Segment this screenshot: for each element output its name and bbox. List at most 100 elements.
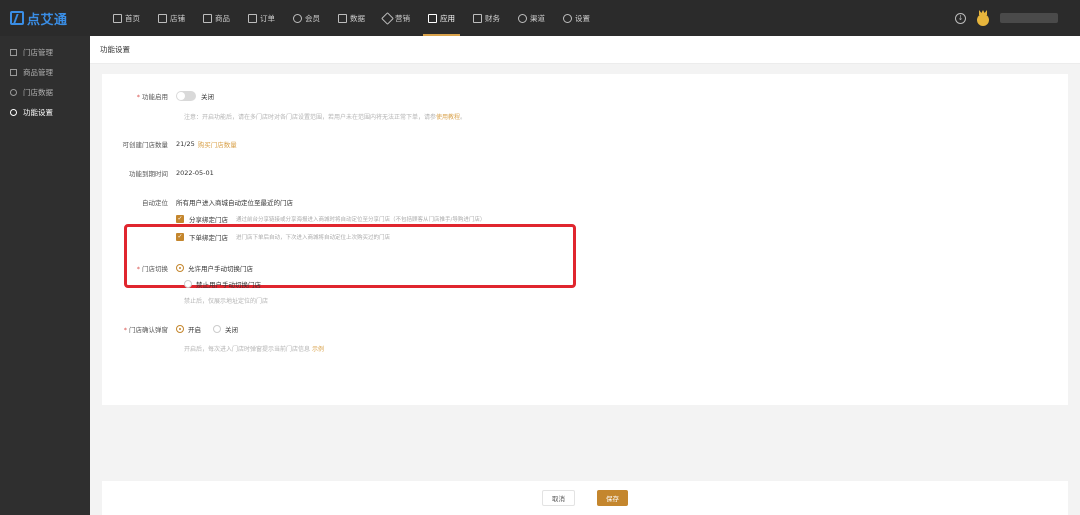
row-order-bind: ✓ 下单绑定门店 进门店下单后自动，下次进入商城将自动定位上次购买过的门店 xyxy=(176,232,390,242)
disallow-switch-label: 禁止用户手动切换门店 xyxy=(196,281,261,289)
sidebar-item-label: 商品管理 xyxy=(23,67,53,77)
nav-item-marketing[interactable]: 营销 xyxy=(374,0,419,36)
row-share-bind: ✓ 分享绑定门店 通过前台分享链接或分享海报进入商城时将自动定位至分享门店（不包… xyxy=(176,214,485,224)
nav-label: 会员 xyxy=(305,13,320,23)
row-confirm-popup: * 门店确认弹窗 开启 关闭 xyxy=(102,324,238,334)
buy-store-count-link[interactable]: 购买门店数量 xyxy=(198,139,237,149)
row-store-count: 可创建门店数量 21/25 购买门店数量 xyxy=(102,139,237,149)
row-expire-time: 功能到期时间 2022-05-01 xyxy=(102,168,214,178)
field-label: 自动定位 xyxy=(142,199,168,207)
page-title: 功能设置 xyxy=(90,36,1080,64)
sidebar-item-label: 门店数据 xyxy=(23,87,53,97)
sidebar-item-goods-management[interactable]: 商品管理 xyxy=(0,62,90,82)
finance-icon xyxy=(473,13,482,23)
field-label: * 功能启用 xyxy=(136,93,168,101)
nav-label: 渠道 xyxy=(530,13,545,23)
row-store-switch: * 门店切换 允许用户手动切换门店 xyxy=(102,263,253,273)
sidebar-item-label: 功能设置 xyxy=(23,107,53,117)
enable-toggle[interactable] xyxy=(176,91,196,101)
top-right-tools: ↓ xyxy=(955,10,1058,26)
auto-locate-description: 所有用户进入商城自动定位至最近的门店 xyxy=(176,199,293,207)
row-store-switch-disallow: 禁止用户手动切换门店 xyxy=(184,279,261,289)
nav-label: 数据 xyxy=(350,13,365,23)
main-content: 功能设置 * 功能启用 关闭 注意：开启功能后，请在多门店时对各门店设置范围，若用… xyxy=(90,36,1080,515)
nav-item-channels[interactable]: 渠道 xyxy=(509,0,554,36)
nav-label: 设置 xyxy=(575,13,590,23)
confirm-popup-hint: 开启后，每次进入门店时弹窗提示当前门店信息 示例 xyxy=(184,346,324,353)
top-navigation-bar: 点艾通 首页 店铺 商品 订单 会员 数据 营销 应用 财务 渠道 设置 ↓ xyxy=(0,0,1080,36)
nav-item-data[interactable]: 数据 xyxy=(329,0,374,36)
nav-item-members[interactable]: 会员 xyxy=(284,0,329,36)
sidebar-item-label: 门店管理 xyxy=(23,47,53,57)
download-icon[interactable]: ↓ xyxy=(955,12,966,24)
chart-icon xyxy=(10,88,17,96)
field-label: 可创建门店数量 xyxy=(122,141,169,149)
channel-icon xyxy=(518,13,527,23)
nav-item-finance[interactable]: 财务 xyxy=(464,0,509,36)
nav-label: 应用 xyxy=(440,13,455,23)
sidebar-item-store-data[interactable]: 门店数据 xyxy=(0,82,90,102)
data-icon xyxy=(338,13,347,23)
nav-label: 财务 xyxy=(485,13,500,23)
example-link[interactable]: 示例 xyxy=(312,346,324,353)
user-name-redacted[interactable] xyxy=(1000,13,1058,23)
expire-value: 2022-05-01 xyxy=(176,169,214,177)
logo[interactable]: 点艾通 xyxy=(0,0,92,36)
logo-icon xyxy=(10,11,24,25)
allow-switch-label: 允许用户手动切换门店 xyxy=(188,265,253,273)
row-auto-locate: 自动定位 所有用户进入商城自动定位至最近的门店 xyxy=(102,197,293,207)
crown-avatar-icon[interactable] xyxy=(976,10,990,26)
share-bind-checkbox[interactable]: ✓ xyxy=(176,215,184,223)
nav-item-orders[interactable]: 订单 xyxy=(239,0,284,36)
nav-item-home[interactable]: 首页 xyxy=(104,0,149,36)
nav-item-apps[interactable]: 应用 xyxy=(419,0,464,36)
order-bind-hint: 进门店下单后自动，下次进入商城将自动定位上次购买过的门店 xyxy=(236,235,391,241)
store-switch-hint: 禁止后，仅展示地址定位的门店 xyxy=(184,298,269,305)
nav-label: 首页 xyxy=(125,13,140,23)
order-bind-checkbox[interactable]: ✓ xyxy=(176,233,184,241)
logo-text: 点艾通 xyxy=(27,12,68,28)
allow-switch-radio[interactable] xyxy=(176,264,184,272)
order-icon xyxy=(248,13,257,23)
popup-off-label: 关闭 xyxy=(225,326,238,334)
gear-icon xyxy=(10,108,17,116)
sidebar-item-feature-settings[interactable]: 功能设置 xyxy=(0,102,90,122)
nav-label: 订单 xyxy=(260,13,275,23)
popup-on-label: 开启 xyxy=(188,326,201,334)
goods-icon xyxy=(203,13,212,23)
tag-icon xyxy=(381,11,394,25)
settings-form-card: * 功能启用 关闭 注意：开启功能后，请在多门店时对各门店设置范围，若用户未在范围… xyxy=(102,74,1068,405)
toggle-state-text: 关闭 xyxy=(201,93,214,101)
disallow-switch-radio[interactable] xyxy=(184,280,192,288)
grid-icon xyxy=(10,48,17,56)
member-icon xyxy=(293,13,302,23)
save-button[interactable]: 保存 xyxy=(597,490,628,506)
popup-on-radio[interactable] xyxy=(176,325,184,333)
field-label: * 门店切换 xyxy=(136,265,168,273)
sidebar-item-store-management[interactable]: 门店管理 xyxy=(0,42,90,62)
form-footer: 取消 保存 xyxy=(102,481,1068,515)
share-bind-label: 分享绑定门店 xyxy=(189,216,228,224)
field-label: * 门店确认弹窗 xyxy=(123,326,168,334)
nav-item-shop[interactable]: 店铺 xyxy=(149,0,194,36)
nav-label: 店铺 xyxy=(170,13,185,23)
store-count-value: 21/25 xyxy=(176,140,195,148)
share-bind-hint: 通过前台分享链接或分享海报进入商城时将自动定位至分享门店（不包括顾客从门店推手/… xyxy=(236,217,486,223)
sidebar: 门店管理 商品管理 门店数据 功能设置 xyxy=(0,36,90,515)
cancel-button[interactable]: 取消 xyxy=(542,490,575,506)
main-nav: 首页 店铺 商品 订单 会员 数据 营销 应用 财务 渠道 设置 xyxy=(104,0,599,36)
order-bind-label: 下单绑定门店 xyxy=(189,234,228,242)
home-icon xyxy=(113,13,122,23)
row-feature-enable: * 功能启用 关闭 xyxy=(102,91,214,101)
list-icon xyxy=(10,68,17,76)
app-icon xyxy=(428,13,437,23)
settings-icon xyxy=(563,13,572,23)
field-label: 功能到期时间 xyxy=(129,170,168,178)
tutorial-link[interactable]: 使用教程 xyxy=(436,114,460,121)
nav-item-settings[interactable]: 设置 xyxy=(554,0,599,36)
shop-icon xyxy=(158,13,167,23)
nav-label: 商品 xyxy=(215,13,230,23)
popup-off-radio[interactable] xyxy=(213,325,221,333)
enable-hint: 注意：开启功能后，请在多门店时对各门店设置范围，若用户未在范围内将无法正常下单，… xyxy=(184,114,467,121)
nav-item-goods[interactable]: 商品 xyxy=(194,0,239,36)
